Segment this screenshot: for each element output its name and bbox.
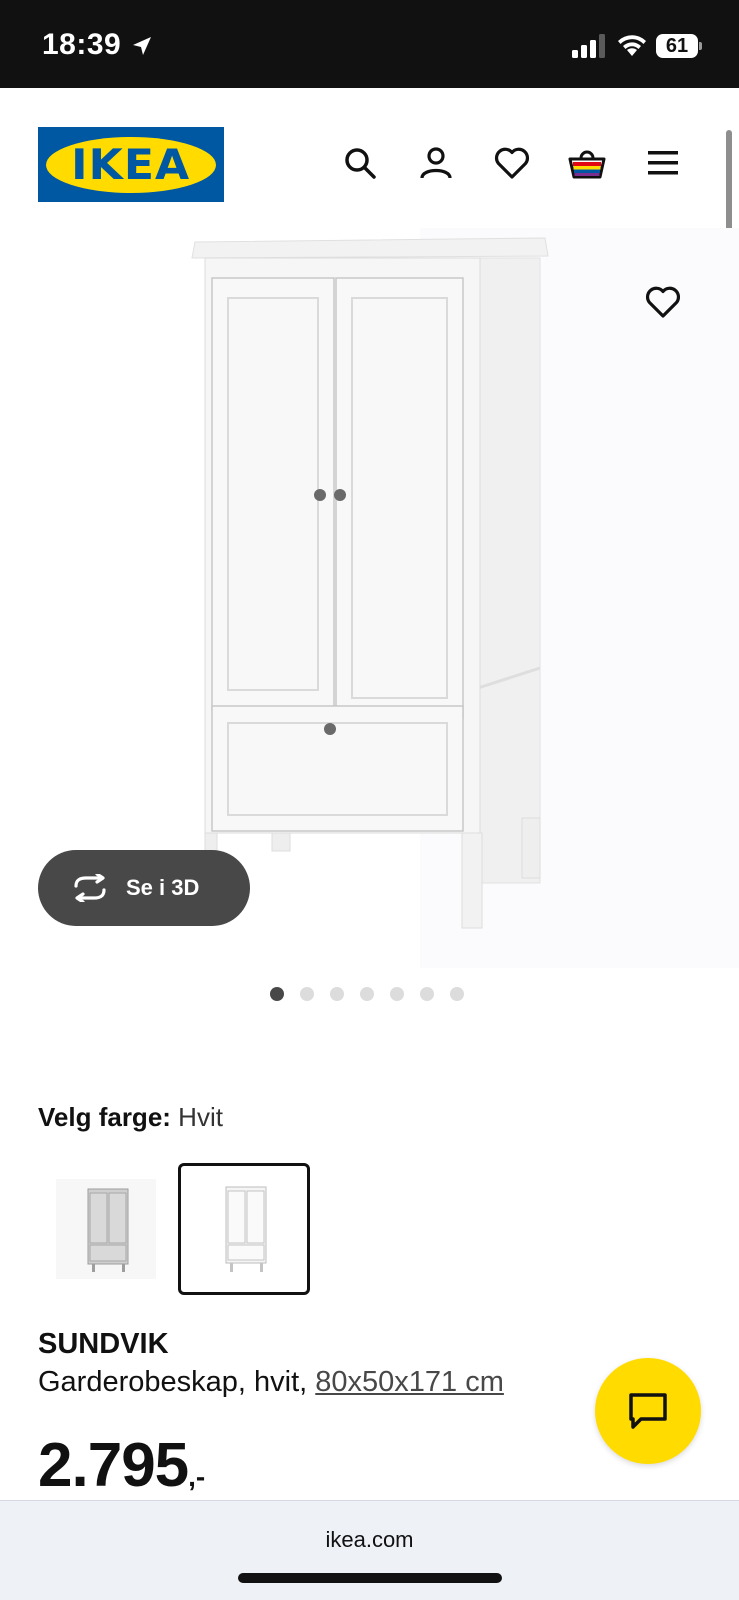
carousel-dot[interactable]: [420, 987, 434, 1001]
carousel-dot[interactable]: [450, 987, 464, 1001]
color-selection: Velg farge: Hvit: [38, 1102, 223, 1133]
heart-icon: [645, 286, 681, 318]
carousel-dot[interactable]: [270, 987, 284, 1001]
browser-address-bar[interactable]: ikea.com: [0, 1500, 739, 1600]
carousel-dot[interactable]: [330, 987, 344, 1001]
product-description: Garderobeskap, hvit, 80x50x171 cm: [38, 1366, 504, 1399]
url-text[interactable]: ikea.com: [0, 1527, 739, 1553]
account-button[interactable]: [416, 143, 456, 183]
image-carousel-dots: [270, 987, 464, 1001]
product-name: SUNDVIK: [38, 1328, 169, 1360]
heart-icon: [494, 147, 530, 179]
carousel-dot[interactable]: [360, 987, 374, 1001]
battery-level: 61: [656, 34, 698, 58]
color-swatch-grey[interactable]: [40, 1163, 172, 1295]
color-value: Hvit: [178, 1102, 223, 1132]
color-label: Velg farge:: [38, 1102, 171, 1132]
favourites-button[interactable]: [492, 143, 532, 183]
wifi-icon: [618, 35, 646, 56]
add-to-favourites-button[interactable]: [633, 272, 693, 332]
chat-button[interactable]: [595, 1358, 701, 1464]
product-price: 2.795,-: [38, 1430, 205, 1501]
rotate-3d-icon: [74, 874, 106, 902]
status-time: 18:39: [42, 28, 122, 61]
carousel-dot[interactable]: [390, 987, 404, 1001]
site-header: IKEA: [0, 88, 739, 228]
ikea-logo[interactable]: IKEA: [38, 127, 224, 202]
location-arrow-icon: [133, 37, 151, 55]
swatch-thumbnail: [56, 1179, 156, 1279]
battery-cap: [699, 42, 702, 50]
user-icon: [420, 147, 452, 179]
search-button[interactable]: [340, 143, 380, 183]
basket-icon: [568, 150, 606, 179]
battery-indicator: 61: [656, 34, 702, 58]
product-type: Garderobeskap, hvit,: [38, 1366, 308, 1398]
product-size-link[interactable]: 80x50x171 cm: [315, 1366, 504, 1398]
swatch-thumbnail: [194, 1179, 294, 1279]
logo-oval: IKEA: [46, 136, 216, 193]
carousel-dot[interactable]: [300, 987, 314, 1001]
view-in-3d-button[interactable]: Se i 3D: [38, 850, 250, 926]
home-indicator: [238, 1573, 502, 1583]
price-value: 2.795: [38, 1431, 189, 1500]
status-bar: 18:39 61: [0, 0, 739, 88]
cart-button[interactable]: [567, 143, 607, 183]
search-icon: [345, 148, 376, 179]
hamburger-menu-icon: [648, 151, 678, 175]
price-suffix: ,-: [188, 1461, 206, 1492]
menu-button[interactable]: [643, 143, 683, 183]
cellular-signal-icon: [572, 34, 605, 58]
logo-text: IKEA: [71, 140, 191, 189]
color-swatch-white[interactable]: [178, 1163, 310, 1295]
view-in-3d-label: Se i 3D: [126, 875, 200, 900]
chat-bubble-icon: [629, 1393, 667, 1429]
